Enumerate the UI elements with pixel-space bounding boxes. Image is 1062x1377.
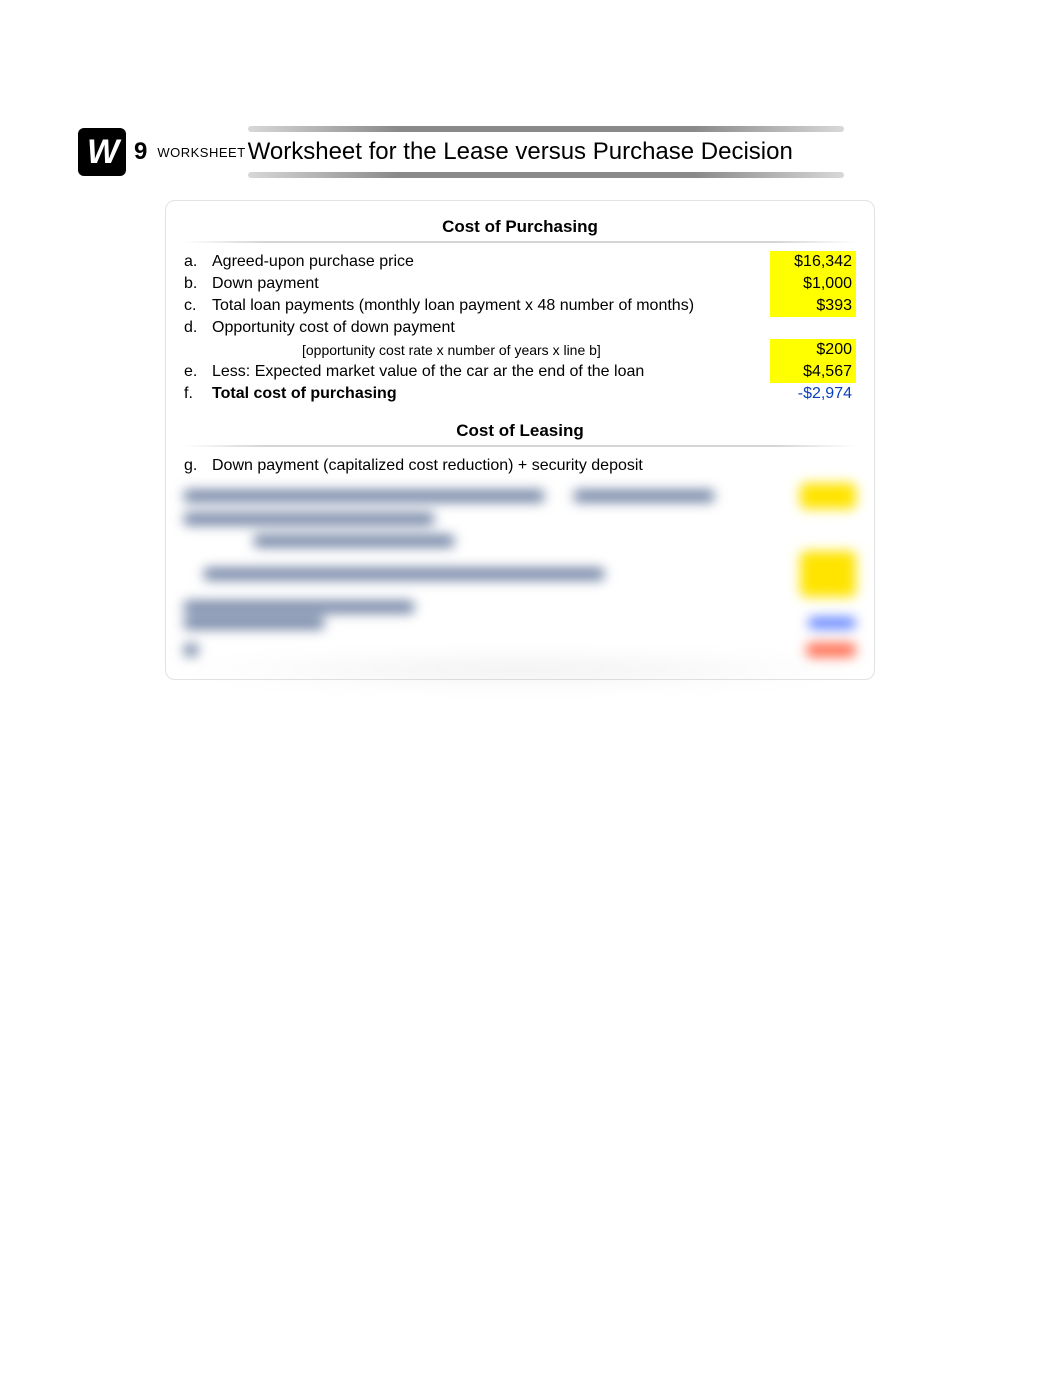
row-value: $200 bbox=[770, 339, 856, 361]
page-header: W 9 WORKSHEET Worksheet for the Lease ve… bbox=[78, 128, 1062, 176]
section-rule bbox=[184, 241, 856, 243]
worksheet-card: Cost of Purchasing a. Agreed-upon purcha… bbox=[165, 200, 875, 680]
row-marker: e. bbox=[184, 361, 212, 383]
blurred-text bbox=[254, 535, 454, 547]
blurred-value-highlight bbox=[800, 483, 856, 509]
blurred-text bbox=[184, 644, 198, 656]
row-e: e. Less: Expected market value of the ca… bbox=[184, 361, 856, 383]
page-title: Worksheet for the Lease versus Purchase … bbox=[248, 138, 793, 166]
row-f: f. Total cost of purchasing -$2,974 bbox=[184, 383, 856, 405]
formula-note: [opportunity cost rate x number of years… bbox=[212, 339, 770, 361]
row-label: Agreed-upon purchase price bbox=[212, 251, 770, 273]
section-title-purchasing: Cost of Purchasing bbox=[184, 211, 856, 241]
row-value: $4,567 bbox=[770, 361, 856, 383]
row-value: $1,000 bbox=[770, 273, 856, 295]
row-marker: g. bbox=[184, 455, 212, 477]
row-d-formula: [opportunity cost rate x number of years… bbox=[184, 339, 856, 361]
row-label: Down payment (capitalized cost reduction… bbox=[212, 455, 770, 477]
row-label: Total cost of purchasing bbox=[212, 383, 770, 405]
row-label: Less: Expected market value of the car a… bbox=[212, 361, 770, 383]
spacer bbox=[184, 405, 856, 415]
blurred-text bbox=[204, 568, 604, 580]
row-a: a. Agreed-upon purchase price $16,342 bbox=[184, 251, 856, 273]
row-value: -$2,974 bbox=[770, 383, 856, 405]
section-title-leasing: Cost of Leasing bbox=[184, 415, 856, 445]
blurred-value-highlight bbox=[800, 551, 856, 597]
section-rule bbox=[184, 445, 856, 447]
row-label: Down payment bbox=[212, 273, 770, 295]
row-value: $16,342 bbox=[770, 251, 856, 273]
row-label: Total loan payments (monthly loan paymen… bbox=[212, 295, 770, 317]
row-marker: c. bbox=[184, 295, 212, 317]
row-d: d. Opportunity cost of down payment bbox=[184, 317, 856, 339]
blurred-text bbox=[184, 617, 324, 629]
row-b: b. Down payment $1,000 bbox=[184, 273, 856, 295]
blurred-value-blue bbox=[808, 618, 856, 628]
blurred-value-red bbox=[806, 643, 856, 657]
row-c: c. Total loan payments (monthly loan pay… bbox=[184, 295, 856, 317]
blurred-text bbox=[574, 490, 714, 502]
row-g: g. Down payment (capitalized cost reduct… bbox=[184, 455, 856, 477]
row-marker: a. bbox=[184, 251, 212, 273]
blurred-text bbox=[184, 513, 434, 525]
worksheet-small-label: WORKSHEET bbox=[157, 145, 245, 160]
worksheet-number: 9 bbox=[134, 138, 147, 166]
row-marker: b. bbox=[184, 273, 212, 295]
worksheet-badge: W bbox=[78, 128, 126, 176]
blurred-text bbox=[184, 601, 414, 613]
row-value: $393 bbox=[770, 295, 856, 317]
row-marker: f. bbox=[184, 383, 212, 405]
blurred-region bbox=[184, 483, 856, 657]
blurred-text bbox=[184, 490, 544, 502]
row-label: Opportunity cost of down payment bbox=[212, 317, 770, 339]
row-marker: d. bbox=[184, 317, 212, 339]
